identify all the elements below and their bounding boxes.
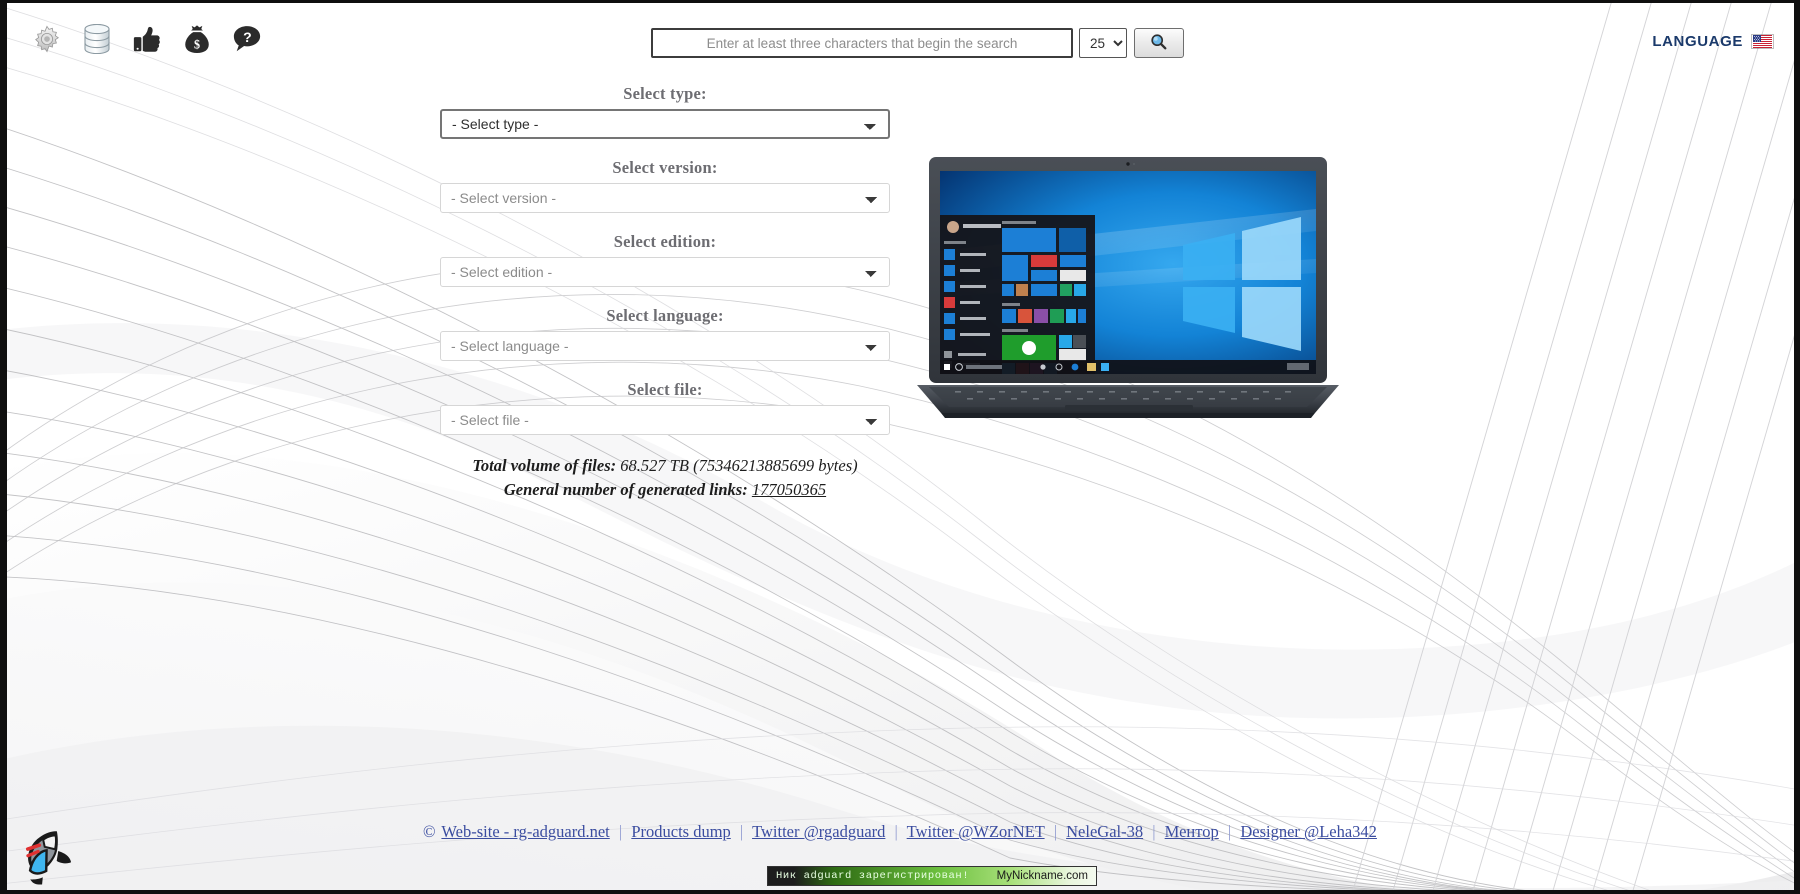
magnifier-icon	[1150, 33, 1168, 54]
mynickname-badge-text: Ник adguard зарегистрирован!	[776, 870, 970, 882]
rocket-logo-icon[interactable]	[8, 818, 80, 890]
background-artwork	[0, 0, 1800, 894]
footer-separator: |	[1227, 822, 1232, 841]
search-input[interactable]	[651, 28, 1073, 58]
total-volume-value: 68.527 TB (75346213885699 bytes)	[620, 456, 858, 475]
footer-separator: |	[894, 822, 898, 841]
field-label-file: Select file:	[627, 380, 703, 399]
footer-link-twitter-wzornet[interactable]: Twitter @WZorNET	[907, 822, 1045, 841]
svg-text:?: ?	[243, 29, 252, 45]
footer-link-mentor[interactable]: Ментор	[1165, 822, 1219, 841]
footer-links: © Web-site - rg-adguard.net | Products d…	[0, 822, 1800, 842]
copyright-symbol: ©	[423, 822, 436, 841]
field-version: Select version: - Select version -	[440, 158, 890, 213]
field-type: Select type: - Select type -	[440, 84, 890, 139]
window-edge-bottom	[0, 890, 1800, 894]
footer-separator: |	[1152, 822, 1156, 841]
language-label: LANGUAGE	[1652, 33, 1743, 50]
money-bag-icon[interactable]: $	[180, 22, 214, 56]
generated-links-label: General number of generated links:	[503, 479, 748, 499]
statistics-block: Total volume of files: 68.527 TB (753462…	[440, 454, 890, 502]
database-icon[interactable]	[80, 22, 114, 56]
field-label-edition: Select edition:	[613, 232, 717, 251]
search-group: 25 10 50 100	[651, 28, 1184, 58]
mynickname-badge-brand: MyNickname.com	[996, 870, 1088, 882]
select-file[interactable]: - Select file -	[440, 405, 890, 435]
select-type[interactable]: - Select type -	[440, 109, 890, 139]
field-label-type: Select type:	[623, 84, 707, 103]
footer-link-designer[interactable]: Designer @Leha342	[1240, 822, 1377, 841]
language-switcher[interactable]: LANGUAGE	[1652, 33, 1774, 50]
footer-separator: |	[618, 822, 623, 841]
select-version[interactable]: - Select version -	[440, 183, 890, 213]
generated-links-line: General number of generated links: 17705…	[440, 478, 890, 502]
search-button[interactable]	[1134, 28, 1184, 58]
us-flag-icon	[1751, 34, 1774, 49]
select-edition[interactable]: - Select edition -	[440, 257, 890, 287]
toolbar-icon-strip: $ ?	[30, 22, 264, 56]
total-volume-line: Total volume of files: 68.527 TB (753462…	[440, 454, 890, 478]
page-root: $ ? 25 10 50 100	[0, 0, 1800, 894]
thumbs-up-icon[interactable]	[130, 22, 164, 56]
field-label-language: Select language:	[606, 306, 724, 325]
window-edge-left	[0, 0, 7, 894]
download-selector-form: Select type: - Select type - Select vers…	[440, 84, 890, 502]
footer-link-twitter-rgadguard[interactable]: Twitter @rgadguard	[752, 822, 885, 841]
footer-separator: |	[1053, 822, 1057, 841]
footer-link-nelegal38[interactable]: NeleGal-38	[1066, 822, 1143, 841]
settings-gear-icon[interactable]	[30, 22, 64, 56]
windows-10-laptop-image: Most used	[915, 155, 1341, 423]
total-volume-label: Total volume of files:	[472, 456, 617, 475]
help-question-icon[interactable]: ?	[230, 22, 264, 56]
footer-link-website[interactable]: Web-site - rg-adguard.net	[441, 822, 609, 841]
field-file: Select file: - Select file -	[440, 380, 890, 435]
mynickname-badge[interactable]: Ник adguard зарегистрирован! MyNickname.…	[767, 866, 1097, 886]
select-language[interactable]: - Select language -	[440, 331, 890, 361]
top-bar: $ ? 25 10 50 100	[0, 0, 1800, 82]
generated-links-value[interactable]: 177050365	[752, 480, 826, 499]
footer-link-products-dump[interactable]: Products dump	[631, 822, 730, 841]
svg-text:$: $	[194, 37, 200, 51]
footer-separator: |	[739, 822, 744, 841]
field-label-version: Select version:	[612, 158, 718, 177]
field-edition: Select edition: - Select edition -	[440, 232, 890, 287]
results-per-page-select[interactable]: 25 10 50 100	[1079, 28, 1127, 58]
field-language: Select language: - Select language -	[440, 306, 890, 361]
window-edge-right	[1794, 0, 1800, 894]
